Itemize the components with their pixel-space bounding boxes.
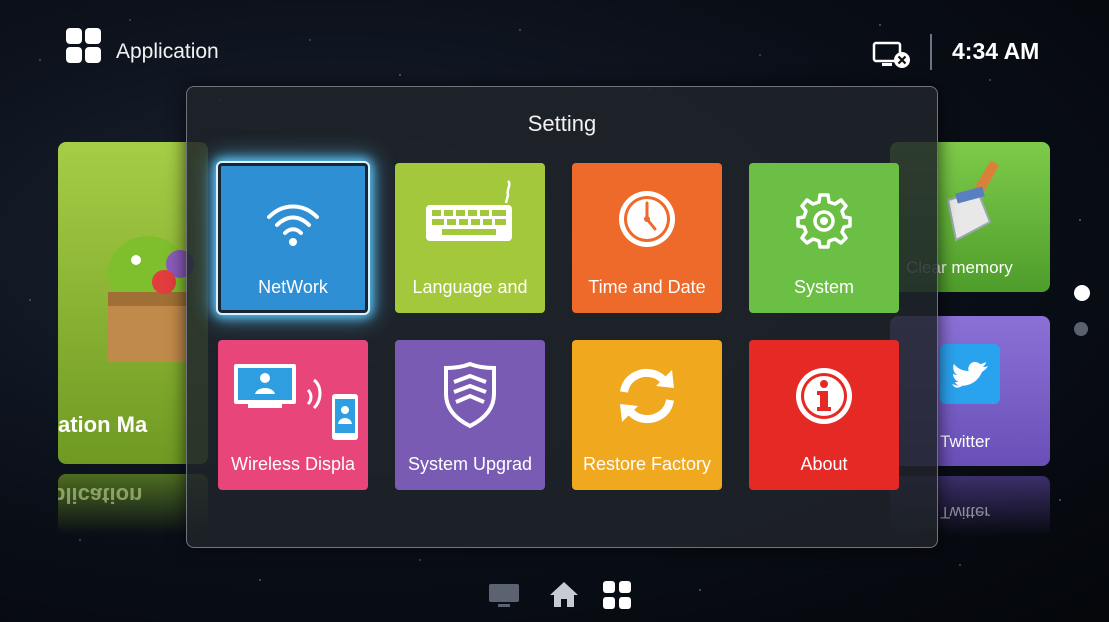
apps-grid-icon[interactable]	[602, 580, 632, 615]
tile-wireless-display[interactable]: Wireless Displa	[218, 340, 368, 490]
tile-time-date[interactable]: Time and Date	[572, 163, 722, 313]
tile-language[interactable]: Language and	[395, 163, 545, 313]
keyboard-icon	[426, 180, 512, 241]
tile-network[interactable]: NetWork	[218, 163, 368, 313]
refresh-icon	[620, 369, 674, 423]
pager-dot[interactable]	[1074, 322, 1088, 336]
launcher-screen: Application 4:34 AM ation Ma plication C…	[0, 0, 1109, 622]
tile-restore-factory-label: Restore Factory	[582, 454, 712, 474]
gear-icon	[796, 193, 852, 249]
clock: 4:34 AM	[952, 38, 1040, 64]
clock-icon	[619, 191, 675, 247]
twitter-reflection-label: Twitter	[940, 503, 991, 522]
settings-dialog: Setting NetWork Language and Time and Da…	[186, 86, 938, 548]
tv-icon[interactable]	[488, 582, 520, 615]
shield-icon	[444, 361, 496, 429]
tile-time-date-label: Time and Date	[588, 277, 706, 297]
apps-grid-icon	[66, 28, 102, 64]
dialog-title: Setting	[527, 111, 597, 136]
tile-system-upgrade-label: System Upgrad	[407, 454, 533, 474]
home-icon[interactable]	[548, 578, 580, 615]
info-icon	[796, 368, 852, 424]
app-manager-reflection-label: plication	[58, 483, 143, 508]
twitter-label: Twitter	[940, 432, 991, 451]
page-title: Application	[116, 40, 219, 63]
broom-icon	[946, 161, 999, 242]
tile-about[interactable]: About	[749, 340, 899, 490]
tile-language-label: Language and	[412, 277, 528, 297]
wifi-icon	[267, 204, 319, 246]
topbar-divider	[930, 34, 932, 70]
tile-system[interactable]: System	[749, 163, 899, 313]
tile-system-upgrade[interactable]: System Upgrad	[395, 340, 545, 490]
screen-disconnected-icon	[872, 40, 912, 70]
tile-system-label: System	[793, 277, 854, 297]
tile-network-label: NetWork	[258, 277, 328, 297]
top-bar: Application 4:34 AM	[0, 0, 1109, 88]
pager-dot-active[interactable]	[1074, 285, 1090, 301]
tile-wireless-display-label: Wireless Displa	[230, 454, 356, 474]
app-manager-label: ation Ma	[58, 412, 148, 437]
tile-about-label: About	[800, 454, 848, 474]
twitter-bird-icon	[940, 344, 1000, 404]
bottom-nav	[0, 574, 1109, 614]
wireless-display-icon	[234, 364, 358, 440]
tile-restore-factory[interactable]: Restore Factory	[572, 340, 722, 490]
